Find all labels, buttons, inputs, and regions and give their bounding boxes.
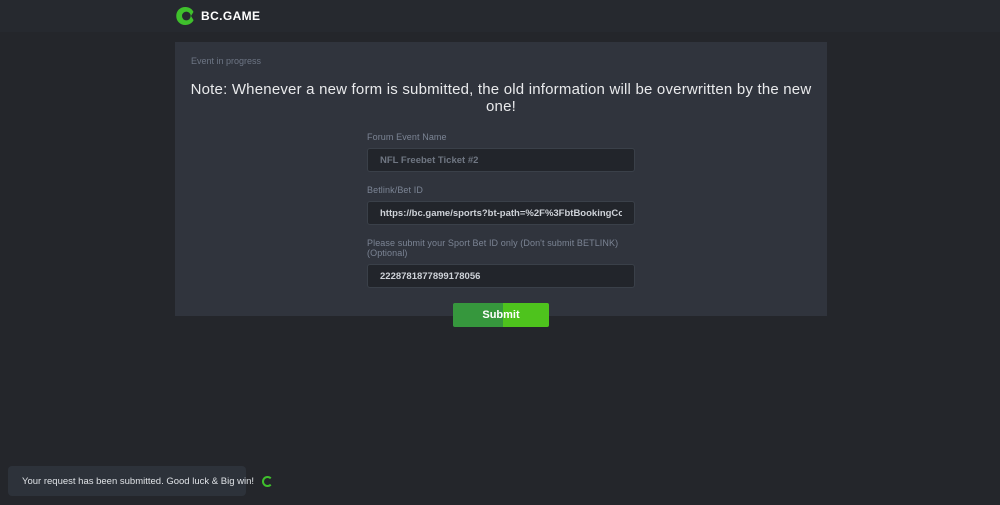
overwrite-note: Note: Whenever a new form is submitted, …	[175, 81, 827, 115]
sport-bet-id-label: Please submit your Sport Bet ID only (Do…	[367, 238, 635, 258]
top-header: BC.GAME	[0, 0, 1000, 32]
toast-message: Your request has been submitted. Good lu…	[22, 476, 254, 487]
field-group-forum-event-name: Forum Event Name	[367, 132, 635, 172]
spinner-icon	[262, 476, 273, 487]
event-form-card: Event in progress Note: Whenever a new f…	[175, 42, 827, 316]
bcgame-logo-icon	[175, 6, 195, 26]
field-group-sport-bet-id: Please submit your Sport Bet ID only (Do…	[367, 238, 635, 288]
betlink-label: Betlink/Bet ID	[367, 185, 635, 195]
brand-logo[interactable]: BC.GAME	[175, 6, 260, 26]
event-status-label: Event in progress	[175, 42, 827, 66]
brand-name: BC.GAME	[201, 9, 260, 23]
success-toast: Your request has been submitted. Good lu…	[8, 466, 246, 496]
sport-bet-id-input[interactable]	[367, 264, 635, 288]
field-group-betlink: Betlink/Bet ID	[367, 185, 635, 225]
submit-button[interactable]: Submit	[453, 303, 549, 327]
betlink-input[interactable]	[367, 201, 635, 225]
forum-event-name-input[interactable]	[367, 148, 635, 172]
forum-event-name-label: Forum Event Name	[367, 132, 635, 142]
event-form: Forum Event Name Betlink/Bet ID Please s…	[367, 132, 635, 327]
